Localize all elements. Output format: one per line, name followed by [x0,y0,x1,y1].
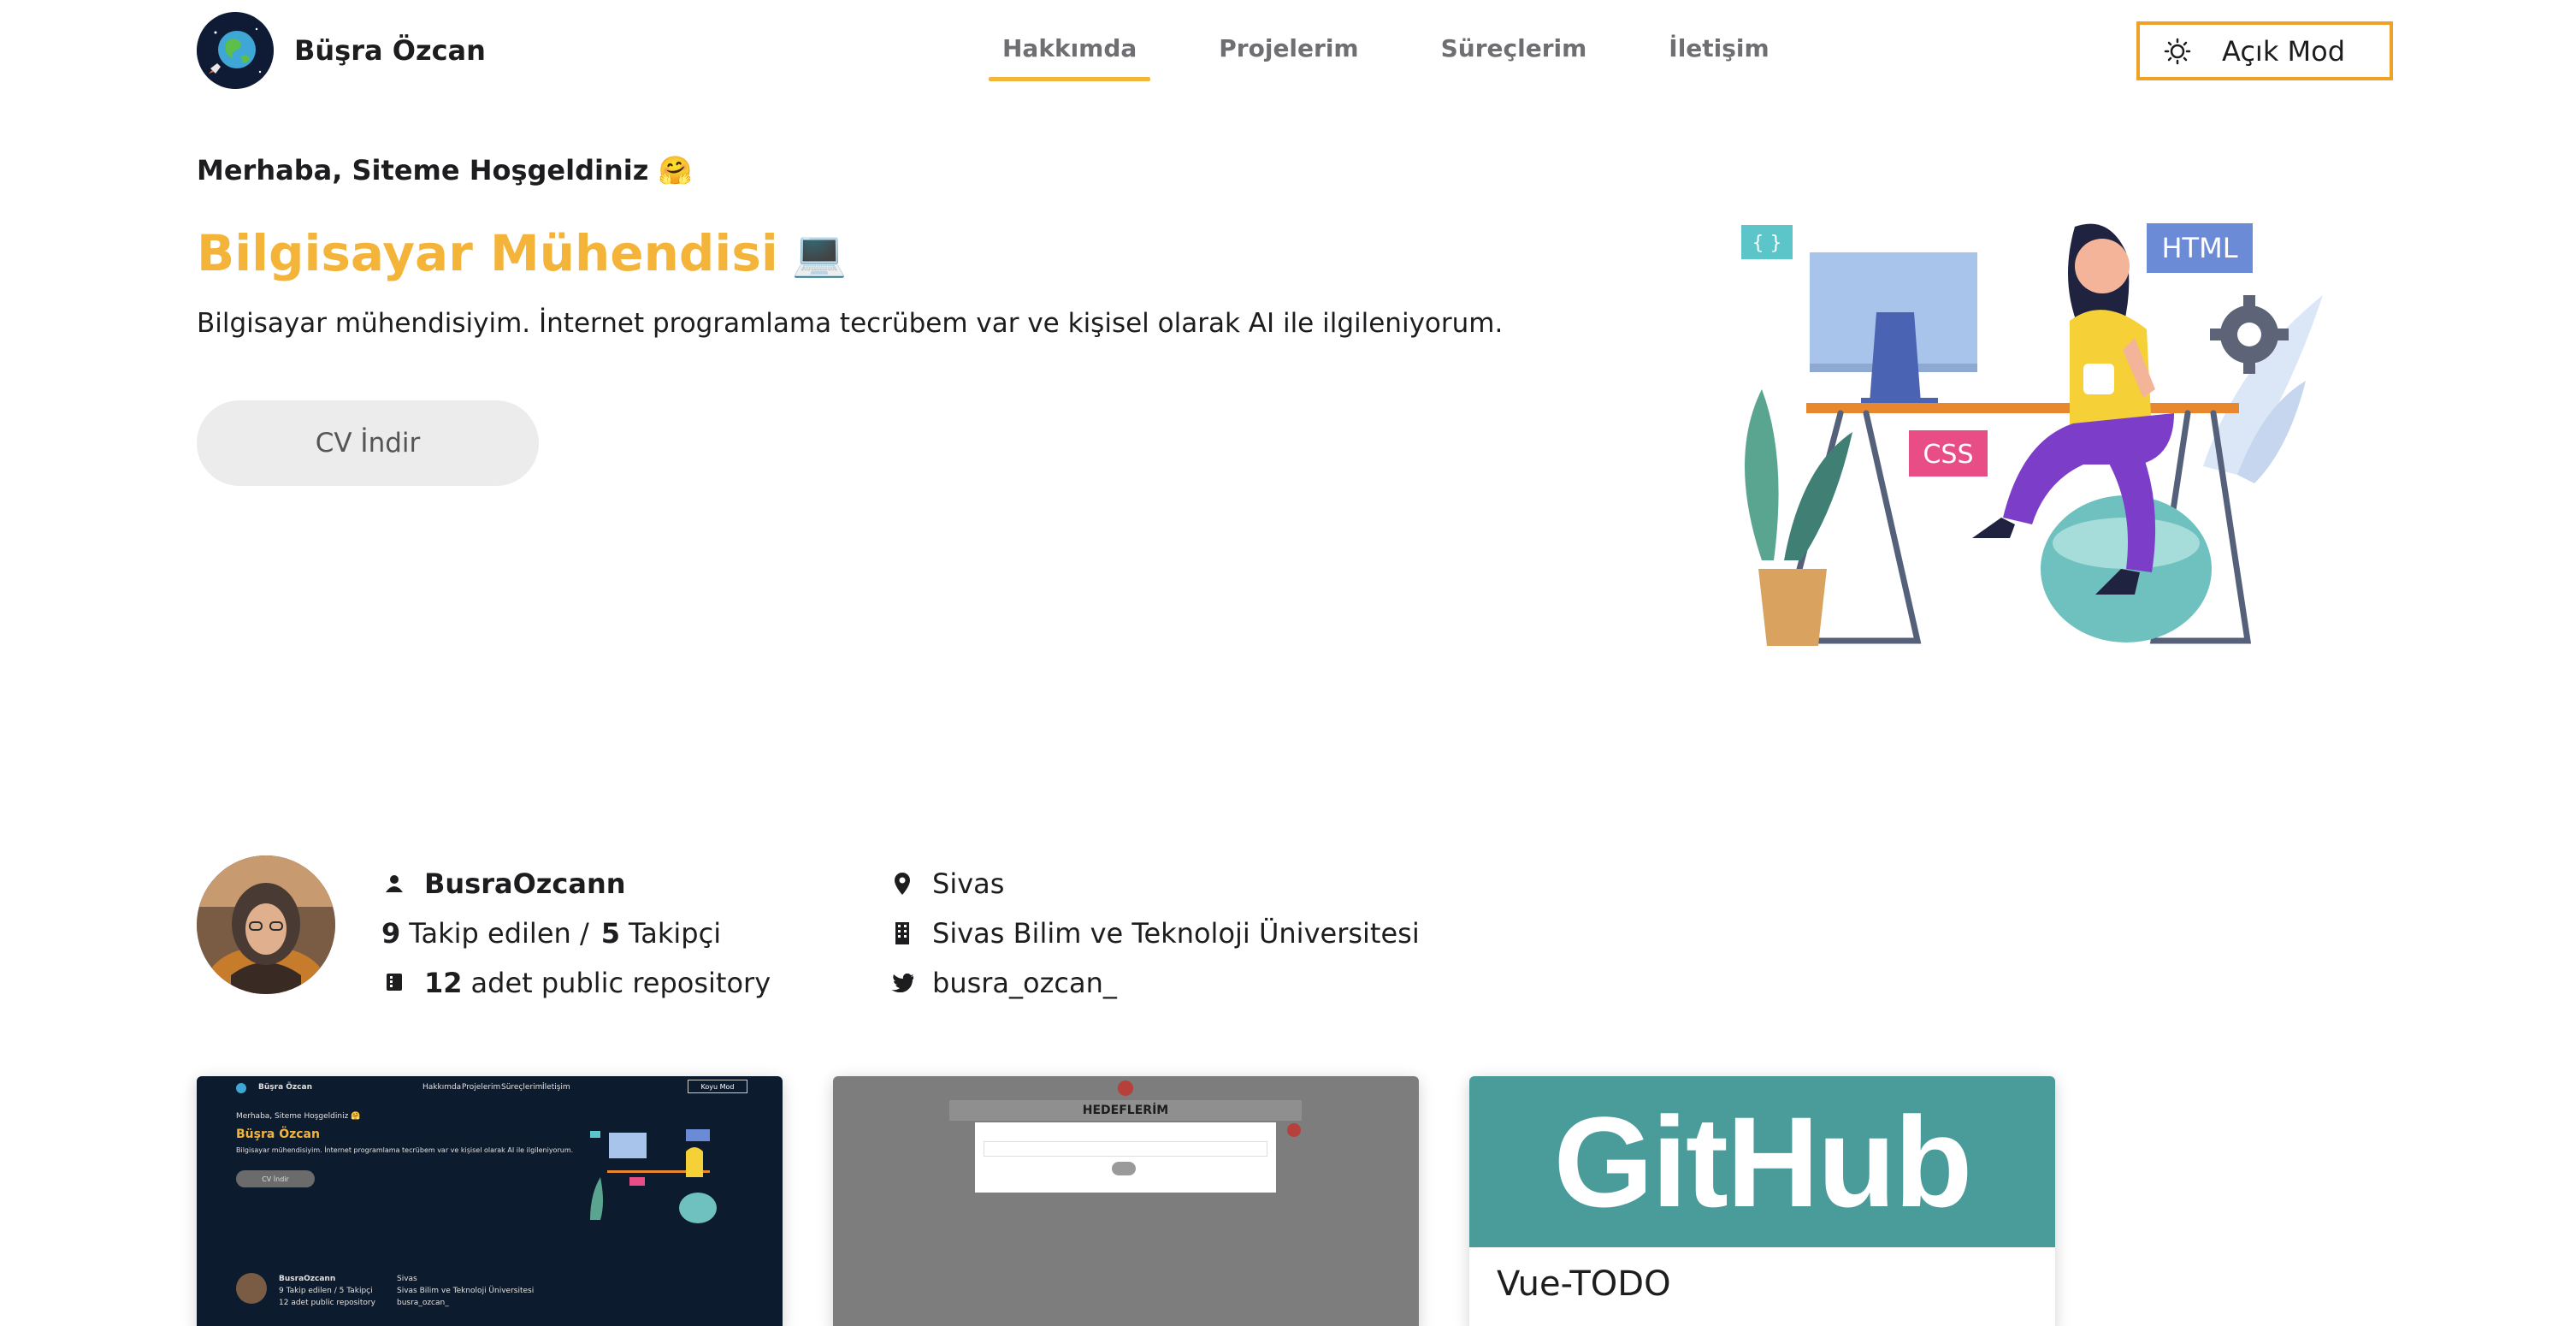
brand[interactable]: Büşra Özcan [197,12,486,89]
css-label: CSS [1923,440,1973,470]
mini-mode-button: Koyu Mod [688,1080,747,1093]
goal-input [984,1141,1267,1157]
building-icon [889,921,915,946]
goals-heading: HEDEFLERİM [949,1100,1302,1121]
following-label: Takip edilen / [409,917,589,950]
hero-title: Bilgisayar Mühendisi 💻 [197,224,847,282]
mini-avatar [236,1273,267,1304]
mini-nav-4: İletişim [542,1083,570,1092]
theme-toggle-button[interactable]: Açık Mod [2136,21,2393,80]
repo-icon [381,970,407,996]
organization-text: Sivas Bilim ve Teknoloji Üniversitesi [932,917,1420,950]
portfolio-preview: Büşra Özcan Hakkımda Projelerim Süreçler… [197,1076,783,1326]
braces-label: { } [1752,233,1782,254]
project-card-portfolio[interactable]: Büşra Özcan Hakkımda Projelerim Süreçler… [197,1076,783,1326]
username-row: BusraOzcann [381,859,771,909]
location-row: Sivas [889,859,1420,909]
following-count: 9 [381,917,401,950]
repo-label: adet public repository [470,967,771,999]
twitter-row: busra_ozcan_ [889,958,1420,1008]
repo-count: 12 [424,967,463,999]
avatar [197,855,335,994]
site-header: Büşra Özcan Hakkımda Projelerim Süreçler… [0,0,2576,103]
mini-repos: 12 adet public repository [279,1299,375,1307]
user-icon [381,871,407,897]
organization-row: Sivas Bilim ve Teknoloji Üniversitesi [889,909,1420,958]
repo-row: 12 adet public repository [381,958,771,1008]
brand-name[interactable]: Büşra Özcan [294,34,486,67]
profile-stats: BusraOzcann 9 Takip edilen / 5 Takipçi 1… [381,859,771,1008]
location-text: Sivas [932,867,1005,900]
html-label: HTML [2161,232,2237,264]
mini-nav-3: Süreçlerim [501,1083,543,1092]
nav-item-hakkimda[interactable]: Hakkımda [989,26,1151,81]
delete-icon [1287,1123,1301,1137]
hero-greeting: Merhaba, Siteme Hoşgeldiniz 🤗 [197,154,693,186]
twitter-icon [889,970,915,996]
mini-nav-2: Projelerim [462,1083,501,1092]
mini-brand: Büşra Özcan [258,1083,312,1092]
nav-item-projelerim[interactable]: Projelerim [1205,26,1372,81]
card-title: Vue-TODO [1497,1264,1671,1304]
hero-description: Bilgisayar mühendisiyim. İnternet progra… [197,308,1504,339]
mini-loc: Sivas [397,1275,417,1283]
mini-title: Büşra Özcan [236,1128,320,1141]
followers-count: 5 [600,917,620,950]
project-card-goals[interactable]: HEDEFLERİM [833,1076,1419,1326]
github-banner: GitHub [1469,1076,2055,1247]
goal-add-button [1112,1162,1136,1175]
main-nav: Hakkımda Projelerim Süreçlerim İletişim [989,26,1838,81]
nav-item-iletisim[interactable]: İletişim [1655,26,1782,81]
laptop-icon: 💻 [791,228,848,280]
mini-follow: 9 Takip edilen / 5 Takipçi [279,1287,373,1295]
mini-greeting: Merhaba, Siteme Hoşgeldiniz 🤗 [236,1112,361,1121]
hero-title-text: Bilgisayar Mühendisi [197,224,778,282]
sun-icon [2164,38,2191,64]
theme-toggle-label: Açık Mod [2222,34,2346,68]
project-card-vue-todo[interactable]: GitHub Vue-TODO [1469,1076,2055,1326]
close-icon [1118,1080,1133,1096]
cv-download-button[interactable]: CV İndir [197,400,539,486]
mini-nav-1: Hakkımda [422,1083,462,1092]
github-username[interactable]: BusraOzcann [424,867,626,900]
mini-cv-button: CV İndir [236,1170,315,1187]
followers-label: Takipçi [629,917,722,950]
planet-logo-icon[interactable] [197,12,274,89]
goal-modal [975,1122,1276,1193]
nav-item-sureclerim[interactable]: Süreçlerim [1427,26,1601,81]
mini-logo-icon [236,1083,246,1093]
location-pin-icon [889,871,915,897]
twitter-handle[interactable]: busra_ozcan_ [932,967,1117,999]
follow-row: 9 Takip edilen / 5 Takipçi [381,909,771,958]
developer-illustration: { } HTML CSS [1741,223,2323,646]
mini-illustration [590,1129,717,1223]
mini-org: Sivas Bilim ve Teknoloji Üniversitesi [397,1287,535,1295]
profile-info: Sivas Sivas Bilim ve Teknoloji Üniversit… [889,859,1420,1008]
mini-desc: Bilgisayar mühendisiyim. İnternet progra… [236,1146,574,1154]
mini-username: BusraOzcann [279,1275,336,1283]
mini-tw: busra_ozcan_ [397,1299,449,1307]
